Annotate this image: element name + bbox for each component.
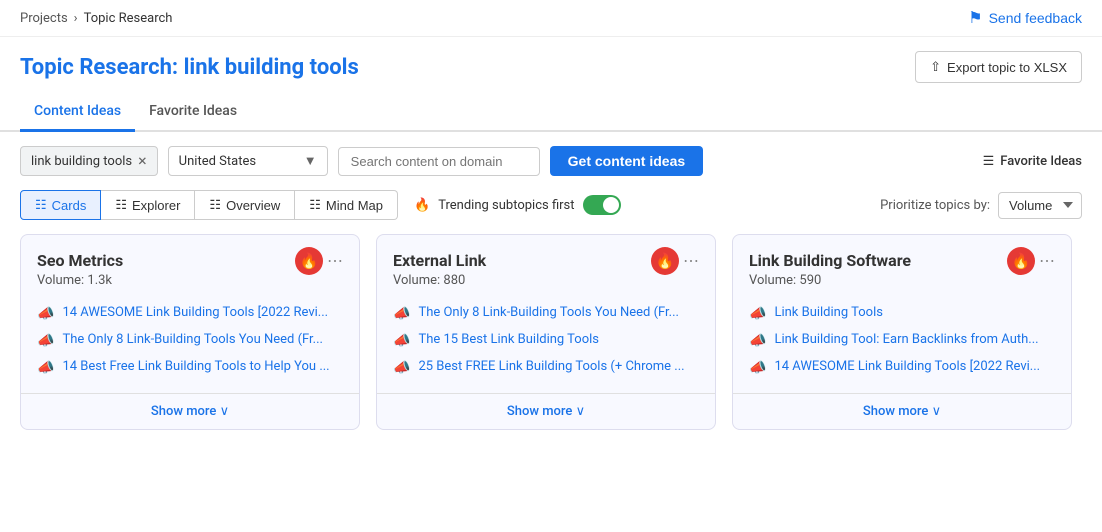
top-bar: Projects › Topic Research ⚑ Send feedbac… [0,0,1102,37]
megaphone-icon: 📣 [37,333,54,349]
card-item: 📣 Link Building Tool: Earn Backlinks fro… [749,327,1055,354]
title-prefix: Topic Research: [20,55,184,80]
card-link-building-software: 🔥 Link Building Software Volume: 590 🔍 ⋯… [732,234,1072,430]
breadcrumb-separator: › [74,11,78,26]
trending-badge-1: 🔥 [651,247,679,275]
card-item-text[interactable]: The Only 8 Link-Building Tools You Need … [62,332,323,347]
country-select[interactable]: United States ▼ [168,146,328,176]
view-overview-button[interactable]: ☷ Overview [195,190,295,220]
megaphone-icon: 📣 [37,360,54,376]
show-more-button[interactable]: Show more ∨ [21,393,359,429]
view-explorer-button[interactable]: ☷ Explorer [101,190,195,220]
megaphone-icon: 📣 [393,333,410,349]
fire-icon: 🔥 [414,198,430,213]
breadcrumb: Projects › Topic Research [20,11,172,26]
card-item: 📣 14 Best Free Link Building Tools to He… [37,354,343,381]
card-item: 📣 The Only 8 Link-Building Tools You Nee… [393,300,699,327]
page-title: Topic Research: link building tools [20,55,359,80]
export-icon: ⇧ [930,59,941,75]
megaphone-icon: 📣 [393,306,410,322]
card-external-link: 🔥 External Link Volume: 880 🔍 ⋯ 📣 The On… [376,234,716,430]
overview-icon: ☷ [209,197,221,213]
card-title: External Link [393,251,486,270]
controls-row: link building tools × United States ▼ Ge… [0,132,1102,190]
chevron-down-icon: ▼ [304,153,317,169]
get-content-ideas-button[interactable]: Get content ideas [550,146,703,176]
card-more-button[interactable]: ⋯ [1039,251,1055,271]
card-item-text[interactable]: The 15 Best Link Building Tools [418,332,599,347]
trending-badge-2: 🔥 [1007,247,1035,275]
card-item: 📣 Link Building Tools [749,300,1055,327]
megaphone-icon: 📣 [749,360,766,376]
card-item: 📣 14 AWESOME Link Building Tools [2022 R… [37,300,343,327]
table-icon: ☷ [115,197,127,213]
card-items: 📣 The Only 8 Link-Building Tools You Nee… [377,296,715,393]
tab-content-ideas[interactable]: Content Ideas [20,93,135,132]
show-more-button[interactable]: Show more ∨ [733,393,1071,429]
card-more-button[interactable]: ⋯ [683,251,699,271]
card-item: 📣 The 15 Best Link Building Tools [393,327,699,354]
card-item-text[interactable]: Link Building Tools [774,305,883,320]
card-items: 📣 Link Building Tools 📣 Link Building To… [733,296,1071,393]
trending-toggle-switch[interactable] [583,195,621,215]
projects-link[interactable]: Projects [20,11,68,26]
page-header: Topic Research: link building tools ⇧ Ex… [0,37,1102,93]
favorite-ideas-link[interactable]: ☰ Favorite Ideas [983,154,1082,169]
export-button[interactable]: ⇧ Export topic to XLSX [915,51,1082,83]
card-item-text[interactable]: 14 AWESOME Link Building Tools [2022 Rev… [62,305,328,320]
card-item: 📣 14 AWESOME Link Building Tools [2022 R… [749,354,1055,381]
view-buttons: ☷ Cards ☷ Explorer ☷ Overview ☷ Mind Map [20,190,398,220]
card-title: Link Building Software [749,251,911,270]
cards-area: 🔥 Seo Metrics Volume: 1.3k 🔍 ⋯ 📣 14 AWES… [0,234,1102,450]
card-item-text[interactable]: 14 AWESOME Link Building Tools [2022 Rev… [774,359,1040,374]
card-seo-metrics: 🔥 Seo Metrics Volume: 1.3k 🔍 ⋯ 📣 14 AWES… [20,234,360,430]
cards-view-icon: ☷ [35,197,47,213]
keyword-tag: link building tools × [20,146,158,176]
keyword-close-button[interactable]: × [138,153,147,169]
card-more-button[interactable]: ⋯ [327,251,343,271]
card-items: 📣 14 AWESOME Link Building Tools [2022 R… [21,296,359,393]
title-keyword: link building tools [184,55,359,80]
prioritize-row: Prioritize topics by: Volume [880,192,1082,219]
domain-search-input[interactable] [338,147,540,176]
tab-favorite-ideas[interactable]: Favorite Ideas [135,93,251,132]
show-more-button[interactable]: Show more ∨ [377,393,715,429]
card-item: 📣 25 Best FREE Link Building Tools (+ Ch… [393,354,699,381]
view-mindmap-button[interactable]: ☷ Mind Map [295,190,398,220]
card-item-text[interactable]: Link Building Tool: Earn Backlinks from … [774,332,1038,347]
feedback-icon: ⚑ [968,8,982,28]
prioritize-select[interactable]: Volume [998,192,1082,219]
card-volume: Volume: 1.3k [37,273,123,288]
view-controls-row: ☷ Cards ☷ Explorer ☷ Overview ☷ Mind Map… [0,190,1102,234]
list-icon: ☰ [983,154,995,169]
tabs-row: Content Ideas Favorite Ideas [0,93,1102,132]
send-feedback-button[interactable]: ⚑ Send feedback [968,8,1082,28]
mindmap-icon: ☷ [309,197,321,213]
megaphone-icon: 📣 [393,360,410,376]
view-cards-button[interactable]: ☷ Cards [20,190,101,220]
card-item: 📣 The Only 8 Link-Building Tools You Nee… [37,327,343,354]
megaphone-icon: 📣 [749,333,766,349]
trending-toggle: 🔥 Trending subtopics first [414,195,621,215]
card-volume: Volume: 880 [393,273,486,288]
card-item-text[interactable]: 14 Best Free Link Building Tools to Help… [62,359,329,374]
card-volume: Volume: 590 [749,273,911,288]
megaphone-icon: 📣 [37,306,54,322]
card-item-text[interactable]: The Only 8 Link-Building Tools You Need … [418,305,679,320]
card-title: Seo Metrics [37,251,123,270]
card-item-text[interactable]: 25 Best FREE Link Building Tools (+ Chro… [418,359,684,374]
megaphone-icon: 📣 [749,306,766,322]
trending-badge-0: 🔥 [295,247,323,275]
breadcrumb-current: Topic Research [84,11,173,26]
